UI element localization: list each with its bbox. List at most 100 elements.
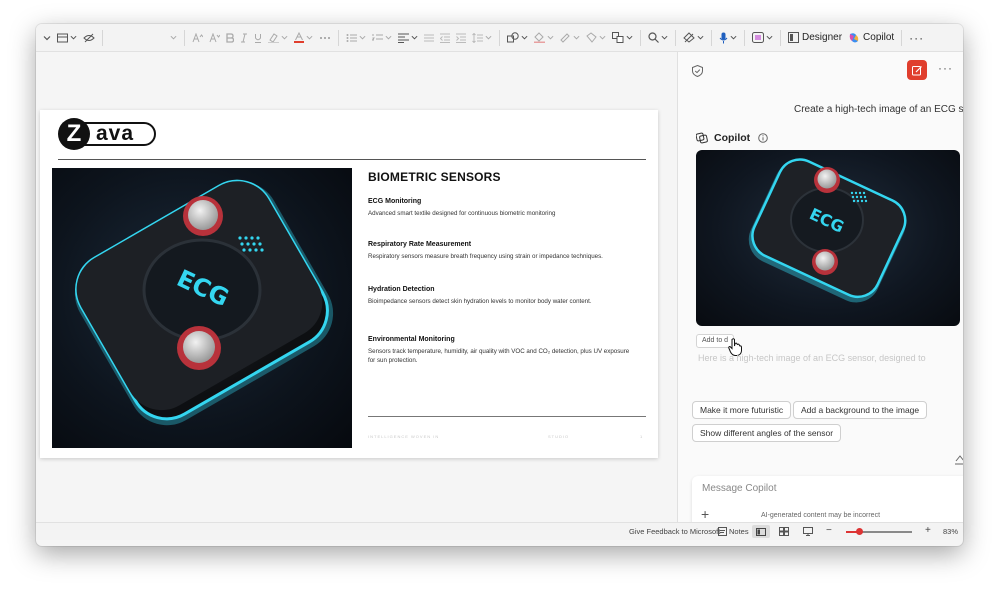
ribbon-separator	[640, 29, 641, 46]
notes-button[interactable]: Notes	[718, 527, 749, 536]
reading-view-button[interactable]	[803, 527, 813, 538]
footer-divider	[368, 416, 646, 417]
designer-icon	[788, 32, 799, 43]
section-respiratory[interactable]: Respiratory Rate Measurement Respiratory…	[368, 241, 648, 261]
font-color-button[interactable]	[291, 27, 316, 49]
prompt-guide-icon[interactable]	[954, 455, 963, 465]
message-input[interactable]: Message Copilot	[702, 483, 776, 494]
section-body: Respiratory sensors measure breath frequ…	[368, 253, 603, 260]
numbering-button[interactable]	[369, 27, 395, 49]
zoom-out-button[interactable]: −	[826, 525, 832, 536]
font-color-icon	[294, 32, 304, 43]
hide-slide-button[interactable]	[80, 27, 98, 49]
section-hydration[interactable]: Hydration Detection Bioimpedance sensors…	[368, 286, 648, 306]
copilot-ribbon-button[interactable]: Copilot	[845, 27, 897, 49]
shape-outline-button[interactable]	[557, 27, 583, 49]
shrink-font-button[interactable]	[206, 27, 223, 49]
chevron-down-icon	[730, 35, 737, 40]
shrink-font-icon	[209, 32, 220, 42]
italic-icon	[241, 33, 247, 42]
normal-view-icon	[756, 527, 766, 536]
more-font-options-button[interactable]	[316, 27, 334, 49]
shape-fill-button[interactable]	[531, 27, 557, 49]
layout-icon	[57, 33, 68, 42]
pen-outline-icon	[560, 33, 570, 43]
response-text-faded: Here is a high-tech image of an ECG sens…	[698, 353, 926, 363]
chevron-down-icon	[661, 35, 668, 40]
section-ecg[interactable]: ECG Monitoring Advanced smart textile de…	[368, 198, 648, 218]
ecg-device-illustration: ECG	[74, 179, 334, 426]
suggestion-different-angles[interactable]: Show different angles of the sensor	[692, 424, 842, 442]
ribbon-more-button[interactable]: ···	[906, 27, 927, 49]
panel-more-button[interactable]: ···	[938, 61, 953, 75]
generated-ecg-device: ECG	[748, 158, 907, 303]
numbered-list-icon	[372, 33, 383, 40]
section-body: Bioimpedance sensors detect skin hydrati…	[368, 298, 592, 305]
slide-sorter-icon	[779, 527, 789, 536]
chevron-down-icon	[385, 35, 392, 40]
layout-button[interactable]	[54, 27, 80, 49]
slide-sorter-button[interactable]	[779, 527, 789, 538]
line-spacing-icon	[472, 32, 483, 43]
add-ins-button[interactable]	[749, 27, 776, 49]
decrease-indent-button[interactable]	[437, 27, 453, 49]
zoom-slider-thumb[interactable]	[855, 528, 863, 535]
info-icon[interactable]	[758, 133, 768, 143]
arrange-button[interactable]	[609, 27, 636, 49]
compose-icon	[911, 65, 922, 75]
generated-image[interactable]: ECG	[696, 150, 960, 326]
shape-effects-button[interactable]	[583, 27, 609, 49]
chevron-down-icon	[521, 35, 528, 40]
underline-button[interactable]	[251, 27, 265, 49]
indent-icon	[456, 33, 466, 43]
bullet-list-icon	[346, 33, 357, 42]
ribbon-separator	[711, 29, 712, 46]
chevron-down-icon	[170, 35, 177, 40]
bullets-button[interactable]	[343, 27, 369, 49]
normal-view-button[interactable]	[752, 525, 770, 538]
zoom-level[interactable]: 83%	[943, 527, 958, 536]
chevron-down-icon	[626, 35, 633, 40]
copilot-icon	[696, 132, 708, 144]
increase-indent-button[interactable]	[453, 27, 469, 49]
font-size-dropdown[interactable]	[167, 27, 180, 49]
sensitivity-icon	[683, 32, 695, 43]
zoom-in-button[interactable]: +	[925, 525, 931, 536]
feedback-link[interactable]: Give Feedback to Microsoft	[629, 527, 720, 536]
chevron-down-icon	[359, 35, 366, 40]
reading-view-icon	[803, 527, 813, 536]
highlight-button[interactable]	[265, 27, 291, 49]
bold-button[interactable]	[223, 27, 237, 49]
slide-title[interactable]: BIOMETRIC SENSORS	[368, 170, 501, 184]
chevron-down-icon	[766, 35, 773, 40]
grow-font-button[interactable]	[189, 27, 206, 49]
designer-label: Designer	[802, 32, 843, 43]
section-environmental[interactable]: Environmental Monitoring Sensors track t…	[368, 336, 648, 365]
more-icon	[320, 36, 330, 39]
text-direction-button[interactable]	[421, 27, 437, 49]
italic-button[interactable]	[237, 27, 251, 49]
copilot-label: Copilot	[863, 32, 895, 43]
shapes-button[interactable]	[504, 27, 531, 49]
chevron-down-icon	[599, 35, 606, 40]
sensitivity-button[interactable]	[680, 27, 707, 49]
chevron-down-icon	[43, 35, 51, 40]
find-button[interactable]	[645, 27, 671, 49]
zava-logo: ava Z	[58, 116, 158, 152]
designer-button[interactable]: Designer	[785, 27, 845, 49]
ribbon-collapse-button[interactable]	[40, 27, 54, 49]
line-spacing-button[interactable]	[469, 27, 495, 49]
highlighter-icon	[268, 32, 279, 43]
suggestion-add-background[interactable]: Add a background to the image	[793, 401, 928, 419]
ecg-sensor-image[interactable]: ECG	[52, 168, 352, 448]
suggestion-more-futuristic[interactable]: Make it more futuristic	[692, 401, 792, 419]
ribbon-separator	[780, 29, 781, 46]
grow-font-icon	[192, 32, 203, 42]
notes-label: Notes	[729, 527, 749, 536]
dictate-button[interactable]	[716, 27, 740, 49]
logo-letter: Z	[58, 118, 90, 150]
slide[interactable]: ava Z ECG BIOMETRIC SENSORS ECG Monitori…	[40, 110, 658, 458]
new-chat-button[interactable]	[907, 60, 927, 80]
align-button[interactable]	[395, 27, 421, 49]
chevron-down-icon	[281, 35, 288, 40]
